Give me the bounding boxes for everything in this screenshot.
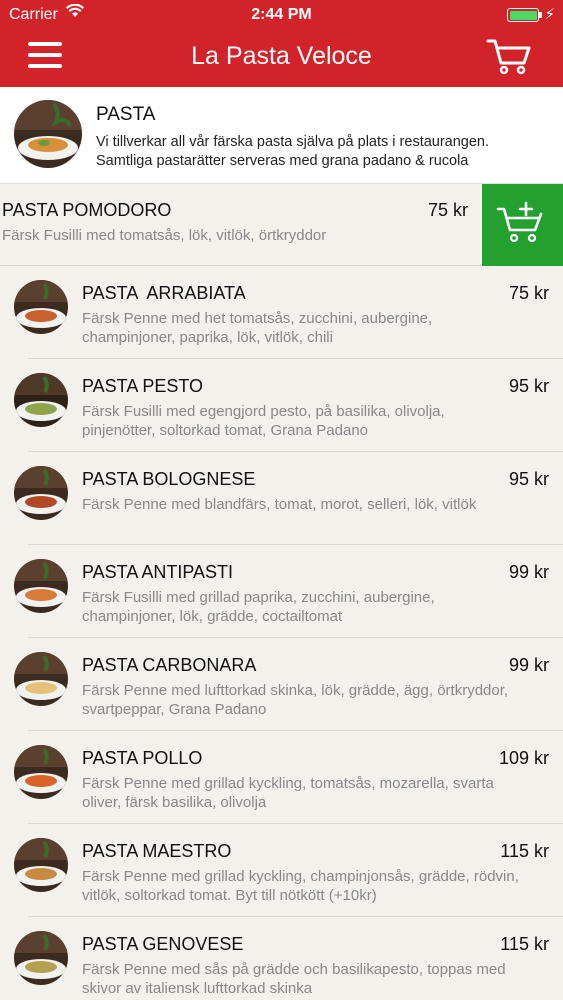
item-description: Färsk Penne med het tomatsås, zucchini, … xyxy=(82,310,433,346)
item-name: PASTA ANTIPASTI xyxy=(82,562,234,582)
item-name: PASTA POMODORO xyxy=(2,200,172,220)
item-name: PASTA CARBONARA xyxy=(82,655,257,675)
menu-item[interactable]: PASTA CARBONARA 99 kr Färsk Penne med lu… xyxy=(0,638,563,731)
item-price: 99 kr xyxy=(508,655,549,675)
item-name: PASTA PESTO xyxy=(82,376,204,396)
menu-item[interactable]: PASTA PESTO 95 kr Färsk Fusilli med egen… xyxy=(0,359,563,452)
item-description: Färsk Fusilli med grillad paprika, zucch… xyxy=(82,589,435,625)
menu-item[interactable]: PASTA MAESTRO 115 kr Färsk Penne med gri… xyxy=(0,824,563,917)
item-name: PASTA GENOVESE xyxy=(82,934,244,954)
category-title: PASTA xyxy=(96,104,156,125)
menu-item[interactable]: PASTA GENOVESE 115 kr Färsk Penne med så… xyxy=(0,917,563,1000)
category-description: Vi tillverkar all vår färska pasta själv… xyxy=(96,133,556,171)
item-name: PASTA BOLOGNESE xyxy=(82,469,256,489)
menu-item[interactable]: PASTA BOLOGNESE 95 kr Färsk Penne med bl… xyxy=(0,452,563,545)
add-to-cart-button[interactable] xyxy=(482,184,563,266)
dish-image xyxy=(14,559,68,613)
category-header: PASTA Vi tillverkar all vår färska pasta… xyxy=(0,87,563,184)
dish-image xyxy=(14,652,68,706)
dish-image xyxy=(14,745,68,799)
item-name: PASTA ARRABIATA xyxy=(82,283,246,303)
item-price: 75 kr xyxy=(508,283,549,303)
app-title: La Pasta Veloce xyxy=(191,42,372,70)
dish-image xyxy=(14,373,68,427)
item-description: Färsk Penne med blandfärs, tomat, morot,… xyxy=(82,496,477,513)
dish-image xyxy=(14,466,68,520)
item-price: 115 kr xyxy=(500,934,549,954)
featured-menu-item[interactable]: PASTA POMODORO 75 kr Färsk Fusilli med t… xyxy=(0,184,563,266)
dish-image xyxy=(14,931,68,985)
dish-image xyxy=(14,280,68,334)
pasta-category-image xyxy=(14,100,82,168)
category-description-line1: Vi tillverkar all vår färska pasta själv… xyxy=(96,134,490,150)
item-description: Färsk Penne med lufttorkad skinka, lök, … xyxy=(82,682,509,718)
battery-nub xyxy=(539,12,542,18)
item-description: Färsk Fusilli med egengjord pesto, på ba… xyxy=(82,403,445,439)
battery-icon xyxy=(507,8,539,22)
category-description-line2: Samtliga pastarätter serveras med grana … xyxy=(96,153,469,169)
status-bar: Carrier 2:44 PM ⚡ xyxy=(0,0,563,30)
add-to-cart-icon xyxy=(496,201,543,243)
charging-bolt-icon: ⚡ xyxy=(544,6,555,23)
menu-item[interactable]: PASTA ARRABIATA 75 kr Färsk Penne med he… xyxy=(0,266,563,359)
shopping-cart-icon[interactable] xyxy=(486,38,532,76)
item-price: 115 kr xyxy=(500,841,549,861)
top-bar: Carrier 2:44 PM ⚡ La Pasta Veloce xyxy=(0,0,563,87)
status-time: 2:44 PM xyxy=(251,6,312,23)
item-description: Färsk Penne med grillad kyckling, champi… xyxy=(82,868,519,904)
menu-list: PASTA ARRABIATA 75 kr Färsk Penne med he… xyxy=(0,266,563,1000)
item-description: Färsk Penne med sås på grädde och basili… xyxy=(82,961,506,997)
item-description: Färsk Penne med grillad kyckling, tomats… xyxy=(82,775,494,811)
item-name: PASTA MAESTRO xyxy=(82,841,232,861)
menu-item[interactable]: PASTA POLLO 109 kr Färsk Penne med grill… xyxy=(0,731,563,824)
item-price: 75 kr xyxy=(427,200,468,220)
dish-image xyxy=(14,838,68,892)
item-name: PASTA POLLO xyxy=(82,748,203,768)
item-price: 99 kr xyxy=(508,562,549,582)
item-price: 95 kr xyxy=(508,376,549,396)
item-description: Färsk Fusilli med tomatsås, lök, vitlök,… xyxy=(2,227,327,244)
item-price: 95 kr xyxy=(508,469,549,489)
menu-item[interactable]: PASTA ANTIPASTI 99 kr Färsk Fusilli med … xyxy=(0,545,563,638)
item-price: 109 kr xyxy=(498,748,549,768)
